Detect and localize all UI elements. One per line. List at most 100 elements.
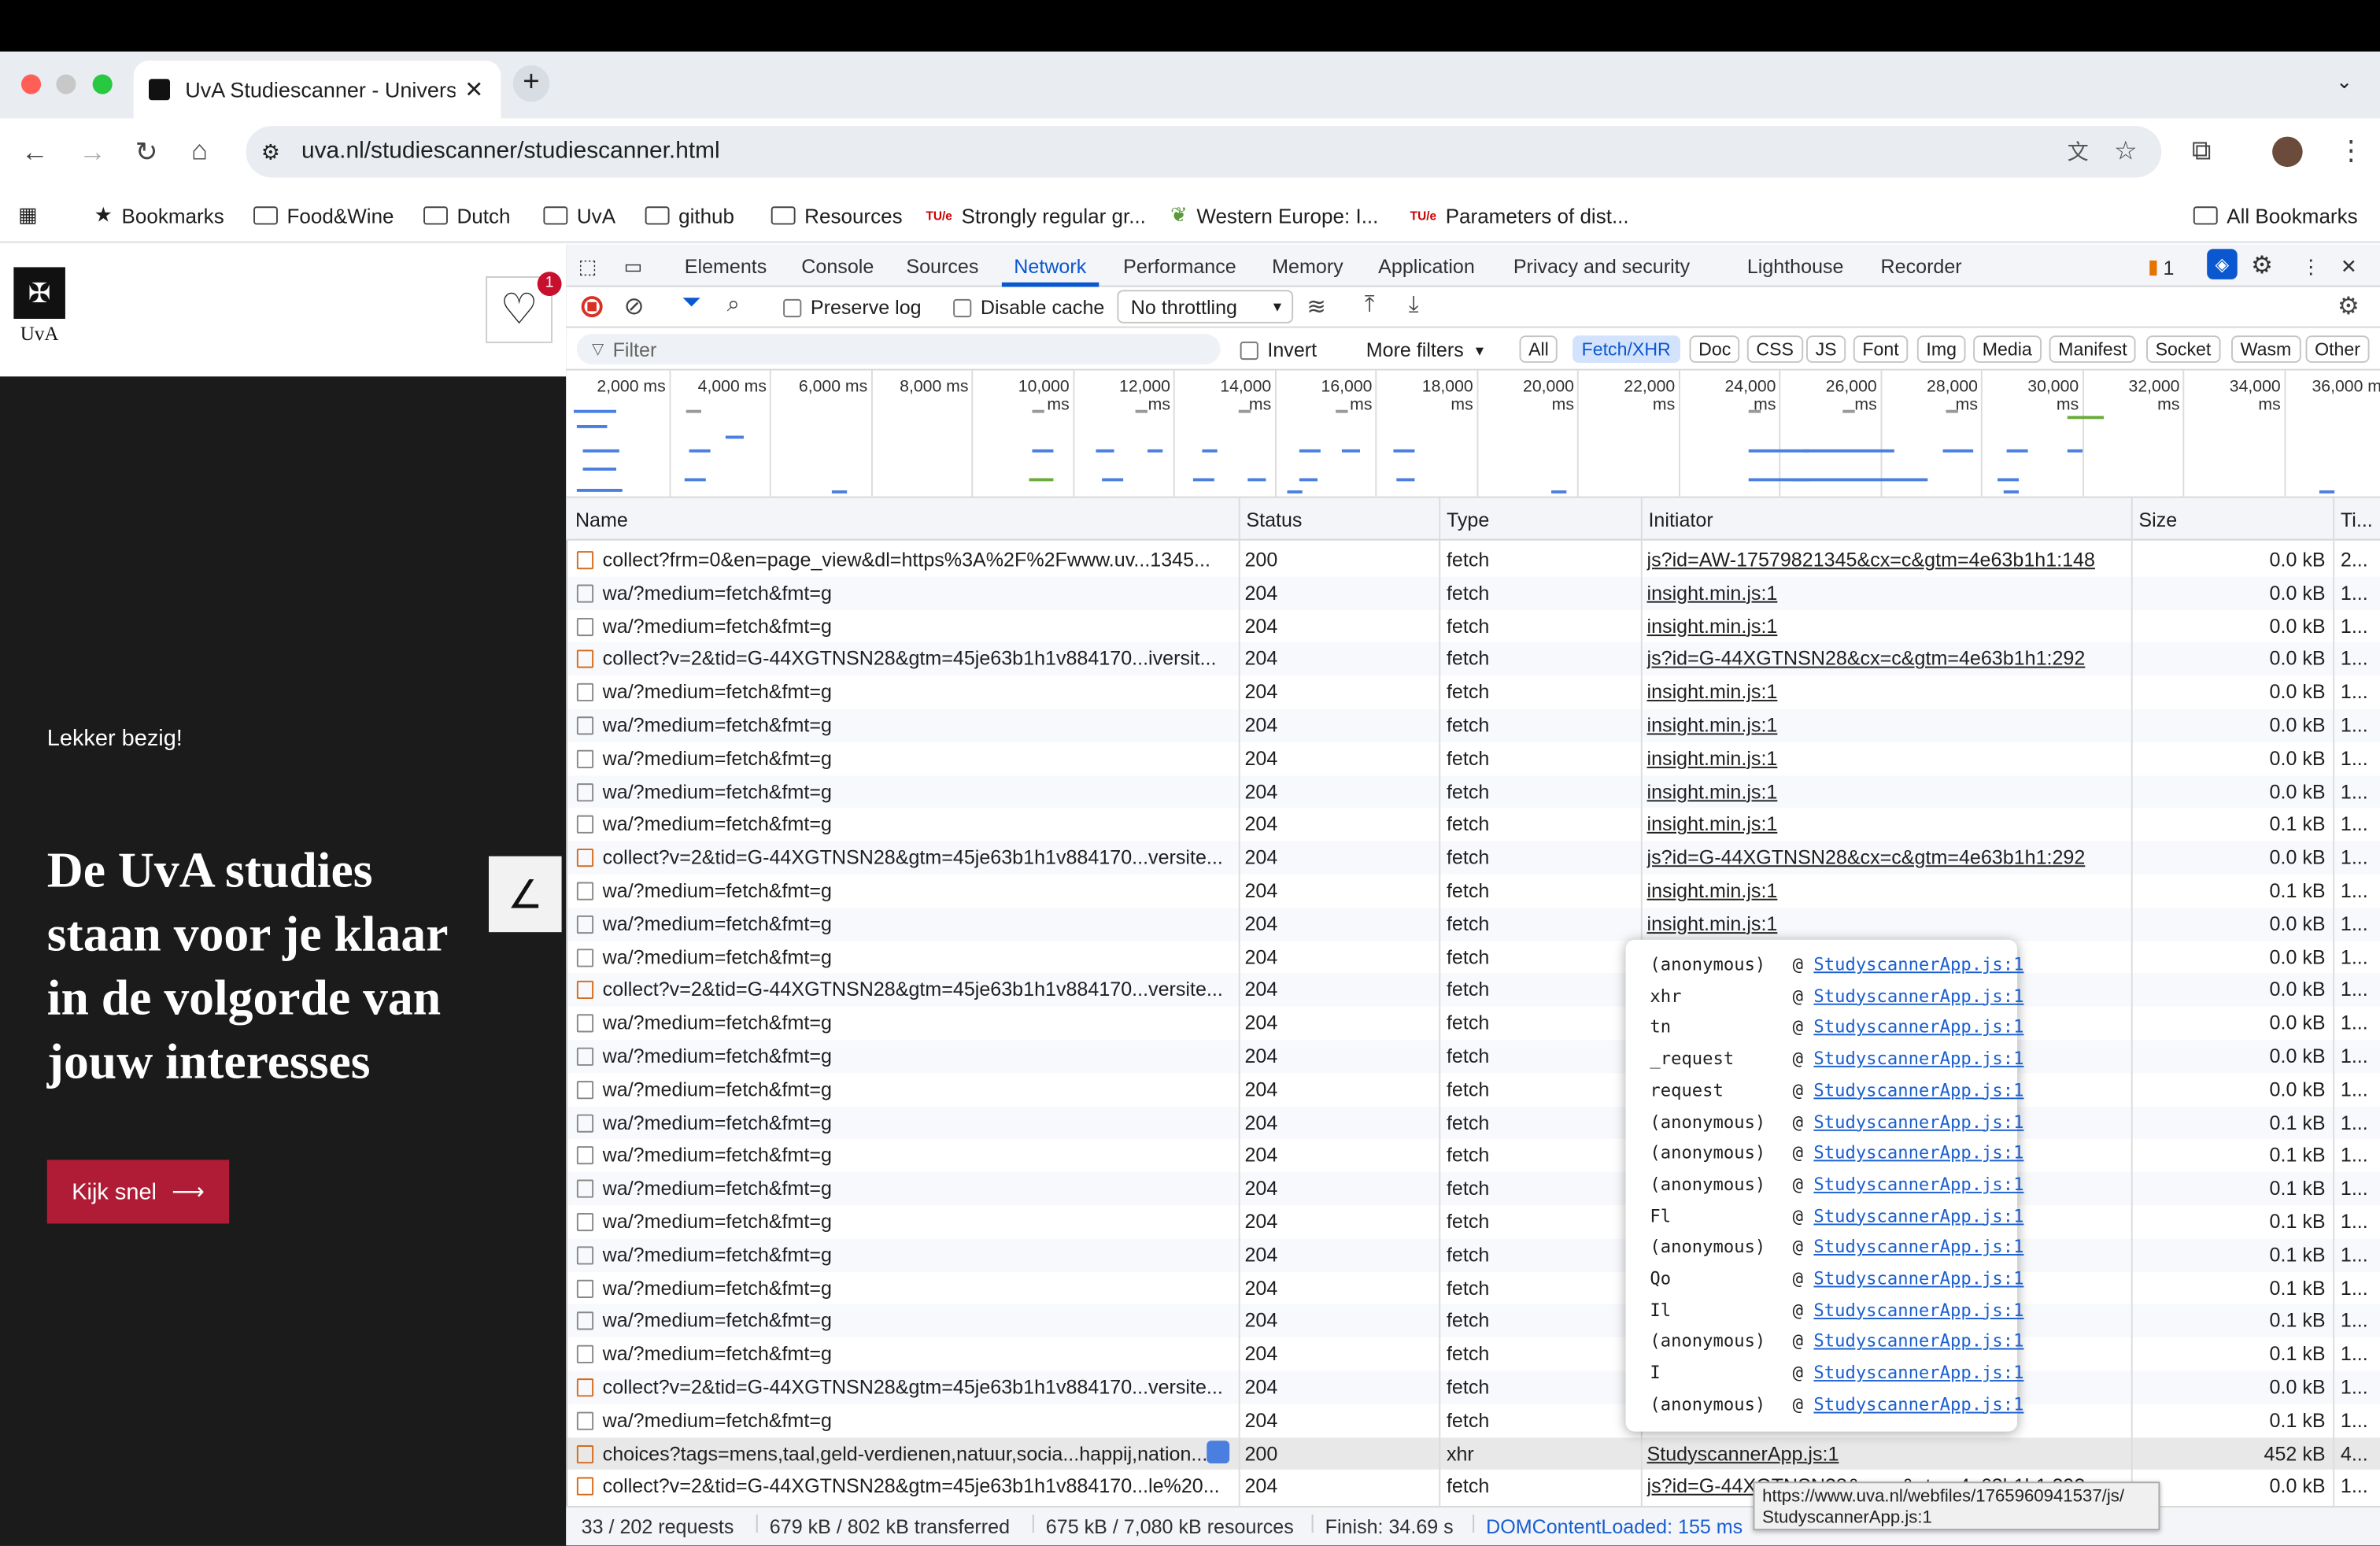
address-bar[interactable]: ⚙ uva.nl/studiescanner/studiescanner.htm… — [246, 126, 2162, 178]
table-row[interactable]: collect?v=2&tid=G-44XGTNSN28&gtm=45je63b… — [567, 841, 2380, 875]
stack-source-link[interactable]: StudyscannerApp.js:1 — [1813, 1142, 2023, 1163]
bookmark-folder[interactable]: github — [645, 202, 734, 230]
chip-doc[interactable]: Doc — [1689, 335, 1740, 363]
chip-js[interactable]: JS — [1806, 335, 1846, 363]
initiator-link[interactable]: insight.min.js:1 — [1647, 746, 1778, 769]
stack-source-link[interactable]: StudyscannerApp.js:1 — [1813, 953, 2023, 975]
table-row[interactable]: wa/?medium=fetch&fmt=g 204 fetch 0.1 kB 1... — [567, 1304, 2380, 1338]
throttling-select[interactable]: No throttling ▼ — [1117, 290, 1294, 324]
chip-fetch-xhr[interactable]: Fetch/XHR — [1572, 335, 1680, 363]
uva-logo[interactable]: ✠ UvA — [12, 267, 66, 346]
export-har-icon[interactable]: ⤓ — [1409, 291, 1419, 317]
stack-source-link[interactable]: StudyscannerApp.js:1 — [1813, 1048, 2023, 1069]
record-stop-icon[interactable] — [581, 296, 603, 318]
table-row[interactable]: wa/?medium=fetch&fmt=g 204 fetch 0.0 kB 1... — [567, 1040, 2380, 1074]
chip-media[interactable]: Media — [1973, 335, 2042, 363]
settings-gear-icon[interactable]: ⚙ — [2251, 250, 2273, 281]
table-row[interactable]: wa/?medium=fetch&fmt=g 204 fetch 0.1 kB 1... — [567, 1337, 2380, 1371]
stack-source-link[interactable]: StudyscannerApp.js:1 — [1813, 1236, 2023, 1257]
table-row[interactable]: wa/?medium=fetch&fmt=g 204 fetch insight.mi… — [567, 675, 2380, 709]
stack-source-link[interactable]: StudyscannerApp.js:1 — [1813, 1111, 2023, 1132]
search-icon[interactable]: ⌕ — [727, 291, 740, 317]
table-row[interactable]: wa/?medium=fetch&fmt=g 204 fetch 0.1 kB 1... — [567, 1271, 2380, 1305]
inspect-element-icon[interactable]: ⬚ — [578, 255, 597, 279]
translate-icon[interactable]: 文 — [2068, 137, 2089, 168]
initiator-link[interactable]: insight.min.js:1 — [1647, 780, 1778, 803]
col-time[interactable]: Ti... — [2341, 509, 2373, 531]
table-row[interactable]: wa/?medium=fetch&fmt=g 204 fetch insight.mi… — [567, 874, 2380, 908]
issues-counter[interactable]: ▮ 1 — [2148, 255, 2175, 279]
close-tab-icon[interactable]: ✕ — [464, 76, 483, 103]
table-row[interactable]: wa/?medium=fetch&fmt=g 204 fetch 0.0 kB 1... — [567, 1007, 2380, 1041]
tab-sources[interactable]: Sources — [906, 255, 978, 278]
tab-elements[interactable]: Elements — [685, 255, 767, 278]
table-row[interactable]: wa/?medium=fetch&fmt=g 204 fetch 0.0 kB 1... — [567, 940, 2380, 974]
initiator-link[interactable]: insight.min.js:1 — [1647, 680, 1778, 703]
filter-input[interactable]: ▽ Filter — [576, 334, 1221, 364]
initiator-link[interactable]: js?id=G-44XGTNSN28&cx=c&gtm=4e63b1h1:292 — [1647, 846, 2086, 869]
disable-cache-checkbox[interactable]: Disable cache — [953, 296, 1104, 319]
stack-source-link[interactable]: StudyscannerApp.js:1 — [1813, 1079, 2023, 1100]
bookmark-item[interactable]: ★ Bookmarks — [94, 202, 224, 230]
invert-checkbox[interactable]: Invert — [1240, 338, 1317, 361]
bookmark-folder[interactable]: Food&Wine — [253, 202, 394, 230]
forward-icon[interactable]: → — [79, 139, 106, 166]
stack-source-link[interactable]: StudyscannerApp.js:1 — [1813, 1016, 2023, 1037]
initiator-link[interactable]: insight.min.js:1 — [1647, 879, 1778, 902]
col-status[interactable]: Status — [1246, 509, 1302, 531]
table-row[interactable]: wa/?medium=fetch&fmt=g 204 fetch insight.mi… — [567, 907, 2380, 941]
tab-privacy-security[interactable]: Privacy and security — [1513, 255, 1690, 278]
stack-source-link[interactable]: StudyscannerApp.js:1 — [1813, 1299, 2023, 1320]
kijk-snel-button[interactable]: Kijk snel ⟶ — [46, 1160, 230, 1224]
filter-funnel-icon[interactable]: ⏷ — [682, 290, 701, 317]
tab-memory[interactable]: Memory — [1272, 255, 1343, 278]
table-row[interactable]: collect?frm=0&en=page_view&dl=https%3A%2… — [567, 543, 2380, 577]
chip-socket[interactable]: Socket — [2146, 335, 2220, 363]
table-row[interactable]: wa/?medium=fetch&fmt=g 204 fetch 0.1 kB 1... — [567, 1106, 2380, 1140]
initiator-link[interactable]: js?id=AW-17579821345&cx=c&gtm=4e63b1h1:1… — [1647, 548, 2095, 571]
initiator-link[interactable]: insight.min.js:1 — [1647, 912, 1778, 935]
tab-application[interactable]: Application — [1378, 255, 1475, 278]
edit-pencil-button[interactable]: ∠ — [489, 856, 562, 933]
table-row[interactable]: wa/?medium=fetch&fmt=g 204 fetch 0.1 kB 1... — [567, 1238, 2380, 1272]
apps-grid-icon[interactable]: ▦ — [18, 202, 38, 230]
col-size[interactable]: Size — [2138, 509, 2177, 531]
table-row[interactable]: collect?v=2&tid=G-44XGTNSN28&gtm=45je63b… — [567, 642, 2380, 676]
table-row[interactable]: wa/?medium=fetch&fmt=g 204 fetch insight.mi… — [567, 576, 2380, 610]
table-row[interactable]: collect?v=2&tid=G-44XGTNSN28&gtm=45je63b… — [567, 973, 2380, 1008]
table-row[interactable]: wa/?medium=fetch&fmt=g 204 fetch insight.mi… — [567, 708, 2380, 742]
close-devtools-icon[interactable]: ✕ — [2341, 255, 2357, 279]
table-row[interactable]: wa/?medium=fetch&fmt=g 204 fetch 0.0 kB 1... — [567, 1073, 2380, 1107]
table-row[interactable]: wa/?medium=fetch&fmt=g 204 fetch 0.1 kB 1... — [567, 1404, 2380, 1437]
network-conditions-icon[interactable]: ≋ — [1307, 293, 1326, 320]
bookmark-item[interactable]: ❦ Western Europe: I... — [1170, 202, 1378, 230]
col-type[interactable]: Type — [1447, 509, 1489, 531]
browser-tab[interactable]: UvA Studiescanner - Universi ✕ — [133, 61, 501, 119]
all-bookmarks-folder[interactable]: All Bookmarks — [2193, 202, 2358, 230]
initiator-link[interactable]: js?id=G-44XGTNSN28&cx=c&gtm=4e63b1h1:292 — [1647, 647, 2086, 670]
col-initiator[interactable]: Initiator — [1648, 509, 1713, 531]
chip-img[interactable]: Img — [1916, 335, 1966, 363]
minimize-window-button[interactable] — [56, 74, 76, 94]
more-filters-dropdown[interactable]: More filters ▼ — [1366, 338, 1487, 361]
initiator-link[interactable]: insight.min.js:1 — [1647, 713, 1778, 736]
stack-source-link[interactable]: StudyscannerApp.js:1 — [1813, 1174, 2023, 1195]
bookmark-folder[interactable]: Dutch — [423, 202, 511, 230]
chip-wasm[interactable]: Wasm — [2231, 335, 2301, 363]
bookmark-star-icon[interactable]: ☆ — [2114, 137, 2137, 168]
browser-menu-icon[interactable]: ⋮ — [2338, 137, 2365, 165]
stack-source-link[interactable]: StudyscannerApp.js:1 — [1813, 1205, 2023, 1226]
table-row[interactable]: choices?tags=mens,taal,geld-verdienen,na… — [567, 1437, 2380, 1470]
col-name[interactable]: Name — [575, 509, 628, 531]
preserve-log-checkbox[interactable]: Preserve log — [783, 296, 922, 319]
ai-explain-icon[interactable] — [1207, 1440, 1230, 1463]
tab-performance[interactable]: Performance — [1123, 255, 1236, 278]
bookmark-folder[interactable]: UvA — [543, 202, 615, 230]
tab-lighthouse[interactable]: Lighthouse — [1747, 255, 1844, 278]
stack-source-link[interactable]: StudyscannerApp.js:1 — [1813, 1393, 2023, 1415]
tab-search-chevron-icon[interactable]: ⌄ — [2336, 70, 2352, 94]
ai-assistance-icon[interactable]: ◈ — [2207, 249, 2238, 279]
stack-source-link[interactable]: StudyscannerApp.js:1 — [1813, 1330, 2023, 1352]
tab-network[interactable]: Network — [1014, 255, 1086, 278]
initiator-link[interactable]: insight.min.js:1 — [1647, 581, 1778, 604]
